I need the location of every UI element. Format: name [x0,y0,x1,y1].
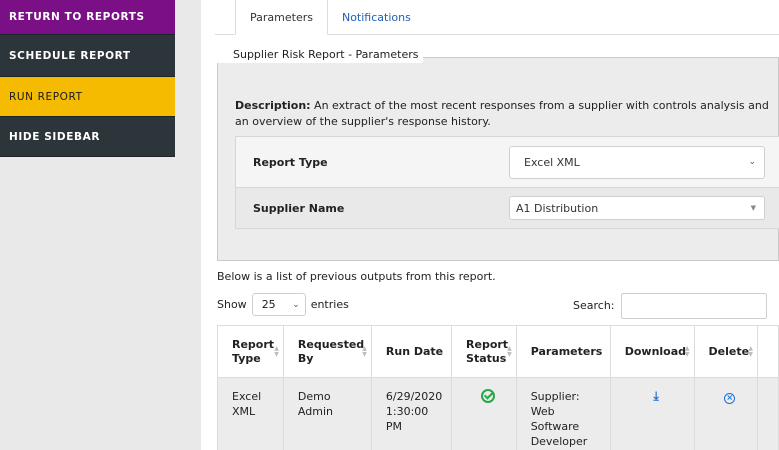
tab-parameters[interactable]: Parameters [235,0,328,35]
cell-parameters: Supplier: Web Software Developer [515,377,611,450]
description-text: An extract of the most recent responses … [235,99,769,128]
supplier-name-value: A1 Distribution [516,201,599,215]
cell-extra [756,377,779,450]
column-label: Parameters [530,344,603,358]
table-header-row: Report Type ▲ ▼ Requested By ▲ ▼ Run Date Re… [217,325,779,378]
table-row: Excel XML Demo Admin 6/29/2020 1:30:00 P… [217,377,779,450]
search-label: Search: [573,299,615,312]
entries-select[interactable]: 25 ⌄ [251,293,306,316]
report-type-label: Report Type [236,137,493,187]
column-delete[interactable]: Delete ▲ ▼ [693,325,758,378]
cell-run-date: 6/29/2020 1:30:00 PM [370,377,453,450]
sidebar: RETURN TO REPORTS SCHEDULE REPORT RUN RE… [0,0,175,170]
hide-sidebar-label: HIDE SIDEBAR [9,130,101,143]
run-report-label: RUN REPORT [9,90,83,103]
parameters-table: Report Type Excel XML ⌄ Supplier Name A1… [235,136,779,229]
column-report-type[interactable]: Report Type ▲ ▼ [217,325,284,378]
outputs-intro: Below is a list of previous outputs from… [217,270,496,283]
cell-download: ⤓ [609,377,695,450]
outputs-table: Report Type ▲ ▼ Requested By ▲ ▼ Run Date Re… [217,325,779,450]
sort-icon: ▲ ▼ [507,344,512,358]
tab-bar: Parameters Notifications [235,0,425,35]
check-circle-icon [480,389,495,403]
entries-label: entries [310,298,349,311]
tab-notifications[interactable]: Notifications [328,0,425,35]
show-entries: Show 25 ⌄ entries [217,293,349,316]
schedule-report-label: SCHEDULE REPORT [9,49,131,62]
cell-report-type: Excel XML [217,377,284,450]
cell-report-status [451,377,517,450]
column-label: Delete [708,344,750,358]
chevron-down-icon: ⌄ [292,299,300,310]
parameters-legend: Supplier Risk Report - Parameters [217,47,423,63]
sort-icon: ▲ ▼ [362,344,367,358]
column-requested-by[interactable]: Requested By ▲ ▼ [282,325,372,378]
sort-icon: ▲ ▼ [748,344,753,358]
report-type-row: Report Type Excel XML ⌄ [236,137,779,187]
column-label: Report Status [466,337,509,365]
search-input[interactable] [621,293,767,319]
cell-requested-by: Demo Admin [282,377,372,450]
schedule-report-button[interactable]: SCHEDULE REPORT [0,35,175,77]
supplier-name-cell: A1 Distribution ▼ [493,188,779,228]
column-label: Requested By [297,337,365,365]
sort-icon: ▲ ▼ [684,344,690,358]
column-label: Run Date [385,344,444,358]
show-label: Show [217,298,247,311]
parameters-fieldset: Description: An extract of the most rece… [217,57,779,261]
supplier-name-row: Supplier Name A1 Distribution ▼ [236,187,779,228]
report-description: Description: An extract of the most rece… [235,98,775,130]
column-parameters[interactable]: Parameters [515,325,611,378]
column-label: Report Type [232,337,275,365]
supplier-name-label: Supplier Name [236,188,493,228]
column-extra [756,325,779,378]
download-icon[interactable]: ⤓ [653,389,658,403]
caret-down-icon: ▼ [750,204,756,212]
report-type-value: Excel XML [524,155,580,169]
run-report-button[interactable]: RUN REPORT [0,77,175,117]
hide-sidebar-button[interactable]: HIDE SIDEBAR [0,117,175,157]
return-to-reports-label: RETURN TO REPORTS [9,11,145,23]
column-run-date[interactable]: Run Date [370,325,453,378]
cell-delete: × [693,377,758,450]
entries-value: 25 [261,298,276,311]
sort-icon: ▲ ▼ [274,344,279,358]
delete-circle-icon[interactable]: × [724,393,736,404]
return-to-reports-button[interactable]: RETURN TO REPORTS [0,0,175,35]
main-panel: Parameters Notifications Description: An… [201,0,779,450]
report-type-select[interactable]: Excel XML ⌄ [509,145,765,179]
report-type-cell: Excel XML ⌄ [493,137,779,187]
description-label: Description: [235,99,311,112]
supplier-name-select[interactable]: A1 Distribution ▼ [509,196,765,220]
column-download[interactable]: Download ▲ ▼ [609,325,695,378]
chevron-down-icon: ⌄ [748,157,756,167]
column-report-status[interactable]: Report Status ▲ ▼ [451,325,517,378]
column-label: Download [624,344,687,358]
